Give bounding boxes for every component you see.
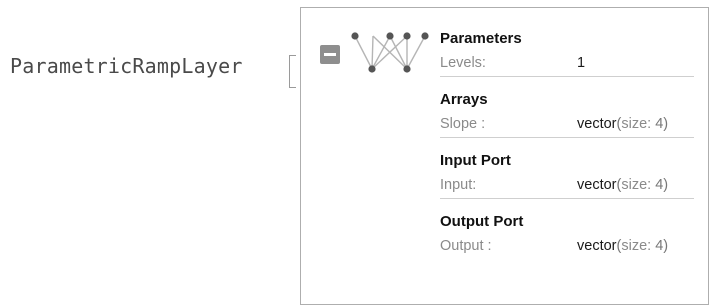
layer-properties: Parameters Levels: 1 Arrays Slope : vect… [440,28,694,271]
property-row-slope: Slope : vector(size: 4) [440,111,694,138]
section-parameters: Parameters Levels: 1 [440,28,694,77]
value-type: vector [577,177,617,193]
property-row-levels: Levels: 1 [440,50,694,77]
section-title: Arrays [440,91,488,108]
property-key: Output : [440,238,492,254]
size-label: size: [621,177,652,193]
value-type: vector [577,116,617,132]
section-arrays: Arrays Slope : vector(size: 4) [440,89,694,138]
collapse-minus-icon[interactable] [320,45,340,64]
property-key: Slope : [440,116,486,132]
value-type: vector [577,238,617,254]
section-title: Output Port [440,213,524,230]
expression-open-bracket [289,55,296,88]
property-value: vector(size: 4) [577,116,669,132]
size-label: size: [621,116,652,132]
expression-head: ParametricRampLayer [10,54,243,78]
property-key: Levels: [440,55,486,71]
property-value: vector(size: 4) [577,177,669,193]
section-input-port: Input Port Input: vector(size: 4) [440,150,694,199]
property-key: Input: [440,177,477,193]
section-output-port: Output Port Output : vector(size: 4) [440,211,694,259]
property-value: 1 [577,55,586,71]
property-row-input: Input: vector(size: 4) [440,172,694,199]
property-row-output: Output : vector(size: 4) [440,233,694,259]
neural-network-icon [351,32,429,73]
section-title: Parameters [440,30,522,47]
property-value: vector(size: 4) [577,238,669,254]
section-title: Input Port [440,152,511,169]
size-label: size: [621,238,652,254]
